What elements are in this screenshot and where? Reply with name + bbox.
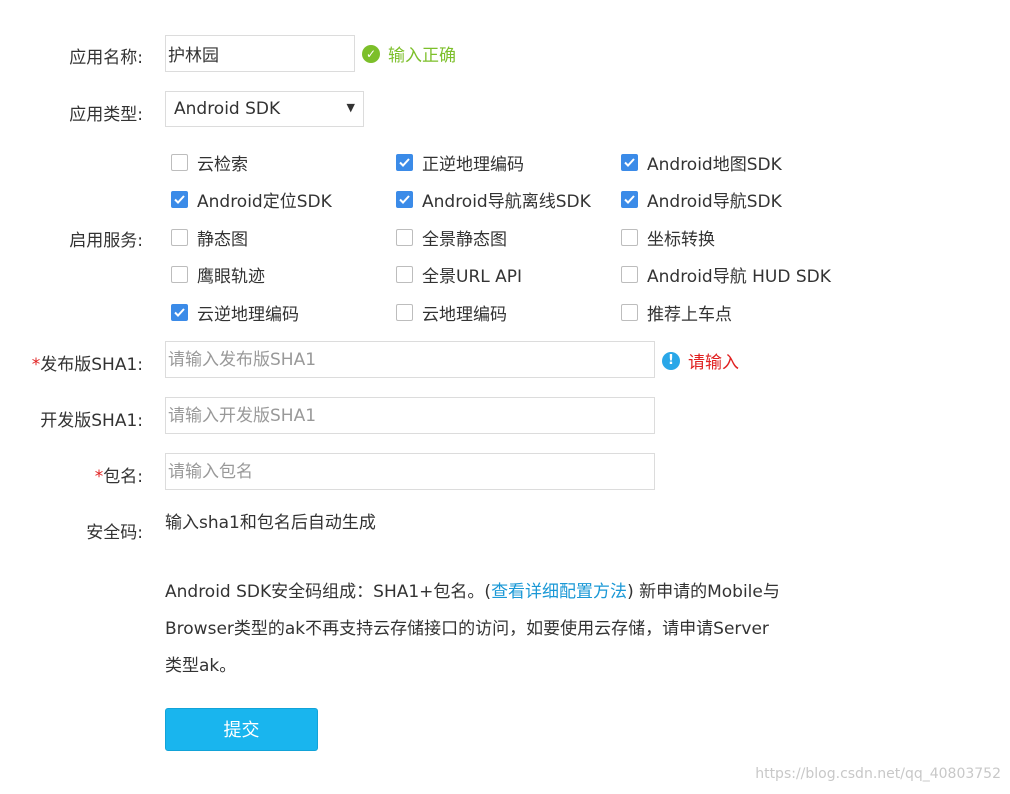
error-text: 请输入 <box>688 353 739 373</box>
checkbox-checked-icon[interactable] <box>621 154 638 171</box>
service-label: Android地图SDK <box>647 155 782 175</box>
checkbox-checked-icon[interactable] <box>171 191 188 208</box>
service-label: 云逆地理编码 <box>197 305 299 325</box>
service-label: 坐标转换 <box>647 230 715 250</box>
release-sha1-error: ! 请输入 <box>662 348 739 373</box>
service-checkbox[interactable]: 推荐上车点 <box>621 300 732 325</box>
service-label: 鹰眼轨迹 <box>197 267 265 287</box>
app-name-valid: ✓ 输入正确 <box>362 41 456 66</box>
checkbox-unchecked-icon[interactable] <box>396 229 413 246</box>
exclamation-circle-icon: ! <box>662 351 680 370</box>
checkbox-unchecked-icon[interactable] <box>396 304 413 321</box>
service-checkbox[interactable]: Android导航离线SDK <box>396 187 591 212</box>
service-label: 云检索 <box>197 155 248 175</box>
info-text-before: Android SDK安全码组成：SHA1+包名。( <box>165 582 492 602</box>
app-type-select[interactable]: Android SDK ▼ <box>165 91 364 127</box>
app-type-label: 应用类型: <box>69 105 143 125</box>
service-label: 全景URL API <box>422 267 523 287</box>
service-checkbox[interactable]: 全景静态图 <box>396 225 507 250</box>
service-checkbox[interactable]: Android定位SDK <box>171 187 332 212</box>
release-sha1-input[interactable] <box>165 341 655 378</box>
service-checkbox[interactable]: 正逆地理编码 <box>396 150 524 175</box>
checkbox-checked-icon[interactable] <box>396 154 413 171</box>
required-mark: * <box>31 355 41 375</box>
service-checkbox[interactable]: Android导航 HUD SDK <box>621 262 831 287</box>
app-name-input[interactable] <box>165 35 355 72</box>
valid-text: 输入正确 <box>388 46 456 66</box>
service-label: 云地理编码 <box>422 305 507 325</box>
checkbox-checked-icon[interactable] <box>621 191 638 208</box>
checkbox-unchecked-icon[interactable] <box>396 266 413 283</box>
watermark: https://blog.csdn.net/qq_40803752 <box>755 766 1001 782</box>
service-checkbox[interactable]: Android导航SDK <box>621 187 782 212</box>
checkbox-unchecked-icon[interactable] <box>621 266 638 283</box>
package-label-text: 包名: <box>103 467 143 487</box>
service-checkbox[interactable]: 云检索 <box>171 150 248 175</box>
service-label: Android定位SDK <box>197 192 332 212</box>
checkbox-unchecked-icon[interactable] <box>621 304 638 321</box>
service-checkbox[interactable]: 静态图 <box>171 225 248 250</box>
checkbox-unchecked-icon[interactable] <box>171 266 188 283</box>
service-checkbox[interactable]: Android地图SDK <box>621 150 782 175</box>
service-checkbox[interactable]: 鹰眼轨迹 <box>171 262 265 287</box>
service-label: 正逆地理编码 <box>422 155 524 175</box>
check-circle-icon: ✓ <box>362 44 380 63</box>
service-checkbox[interactable]: 云地理编码 <box>396 300 507 325</box>
service-checkbox[interactable]: 全景URL API <box>396 262 522 287</box>
security-code-label: 安全码: <box>86 523 143 543</box>
checkbox-unchecked-icon[interactable] <box>171 154 188 171</box>
checkbox-checked-icon[interactable] <box>396 191 413 208</box>
info-paragraph: Android SDK安全码组成：SHA1+包名。(查看详细配置方法) 新申请的… <box>165 574 785 685</box>
package-label: *包名: <box>95 462 143 487</box>
submit-button[interactable]: 提交 <box>165 708 318 751</box>
app-name-label: 应用名称: <box>69 48 143 68</box>
service-label: Android导航 HUD SDK <box>647 267 831 287</box>
release-sha1-label: *发布版SHA1: <box>32 350 143 375</box>
checkbox-unchecked-icon[interactable] <box>171 229 188 246</box>
service-label: Android导航SDK <box>647 192 782 212</box>
security-code-value: 输入sha1和包名后自动生成 <box>165 513 376 533</box>
service-label: 推荐上车点 <box>647 305 732 325</box>
config-method-link[interactable]: 查看详细配置方法 <box>491 582 627 602</box>
dev-sha1-label: 开发版SHA1: <box>40 411 143 431</box>
required-mark: * <box>94 467 104 487</box>
service-checkbox[interactable]: 坐标转换 <box>621 225 715 250</box>
services-label: 启用服务: <box>69 231 143 251</box>
caret-down-icon: ▼ <box>346 101 355 114</box>
app-type-value: Android SDK <box>174 99 281 119</box>
service-label: Android导航离线SDK <box>422 192 591 212</box>
service-checkbox[interactable]: 云逆地理编码 <box>171 300 299 325</box>
release-sha1-label-text: 发布版SHA1: <box>40 355 143 375</box>
service-label: 全景静态图 <box>422 230 507 250</box>
service-label: 静态图 <box>197 230 248 250</box>
checkbox-unchecked-icon[interactable] <box>621 229 638 246</box>
checkbox-checked-icon[interactable] <box>171 304 188 321</box>
package-input[interactable] <box>165 453 655 490</box>
dev-sha1-input[interactable] <box>165 397 655 434</box>
